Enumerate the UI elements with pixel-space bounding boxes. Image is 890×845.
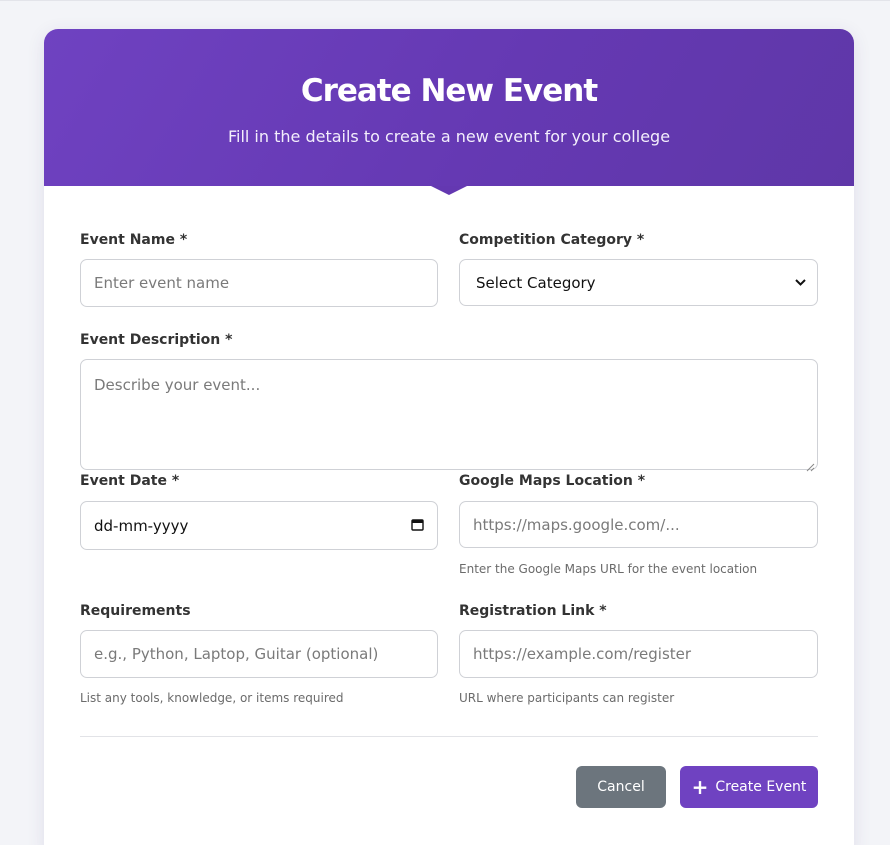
page-subtitle: Fill in the details to create a new even…	[227, 127, 671, 146]
registration-placeholder: https://example.com/register	[473, 645, 692, 663]
event-name-label: Event Name *	[80, 232, 188, 248]
resize-handle-icon[interactable]	[806, 458, 815, 472]
category-select[interactable]: Select Category	[459, 259, 818, 306]
plus-icon: +	[691, 775, 709, 799]
event-date-input[interactable]: dd-mm-yyyy	[80, 501, 438, 550]
requirements-placeholder: e.g., Python, Laptop, Guitar (optional)	[94, 645, 379, 663]
event-date-label: Event Date *	[80, 473, 180, 489]
header-notch	[431, 186, 467, 195]
location-hint: Enter the Google Maps URL for the event …	[459, 562, 758, 576]
cancel-button-label: Cancel	[597, 779, 645, 795]
calendar-icon[interactable]	[411, 517, 424, 535]
requirements-hint: List any tools, knowledge, or items requ…	[80, 691, 344, 705]
registration-label: Registration Link *	[459, 603, 607, 619]
event-name-input[interactable]: Enter event name	[80, 259, 438, 307]
create-event-button-label: Create Event	[715, 779, 807, 795]
category-selected-value: Select Category	[476, 273, 596, 292]
registration-input[interactable]: https://example.com/register	[459, 630, 818, 678]
window-top-border	[0, 0, 890, 1]
location-placeholder: https://maps.google.com/...	[473, 515, 680, 534]
form-header: Create New Event Fill in the details to …	[44, 29, 854, 186]
event-date-value: dd-mm-yyyy	[94, 516, 189, 535]
requirements-input[interactable]: e.g., Python, Laptop, Guitar (optional)	[80, 630, 438, 678]
form-divider	[80, 736, 818, 737]
registration-hint: URL where participants can register	[459, 691, 675, 705]
event-name-placeholder: Enter event name	[94, 274, 230, 292]
create-event-button[interactable]: + Create Event	[680, 766, 818, 808]
chevron-down-icon	[793, 276, 807, 290]
location-label: Google Maps Location *	[459, 473, 646, 489]
description-textarea[interactable]: Describe your event...	[80, 359, 818, 472]
category-label: Competition Category *	[459, 232, 645, 248]
page-title: Create New Event	[300, 73, 598, 109]
requirements-label: Requirements	[80, 603, 191, 619]
location-input[interactable]: https://maps.google.com/...	[459, 501, 818, 548]
cancel-button[interactable]: Cancel	[576, 766, 666, 808]
description-placeholder: Describe your event...	[94, 376, 261, 394]
description-label: Event Description *	[80, 332, 233, 348]
